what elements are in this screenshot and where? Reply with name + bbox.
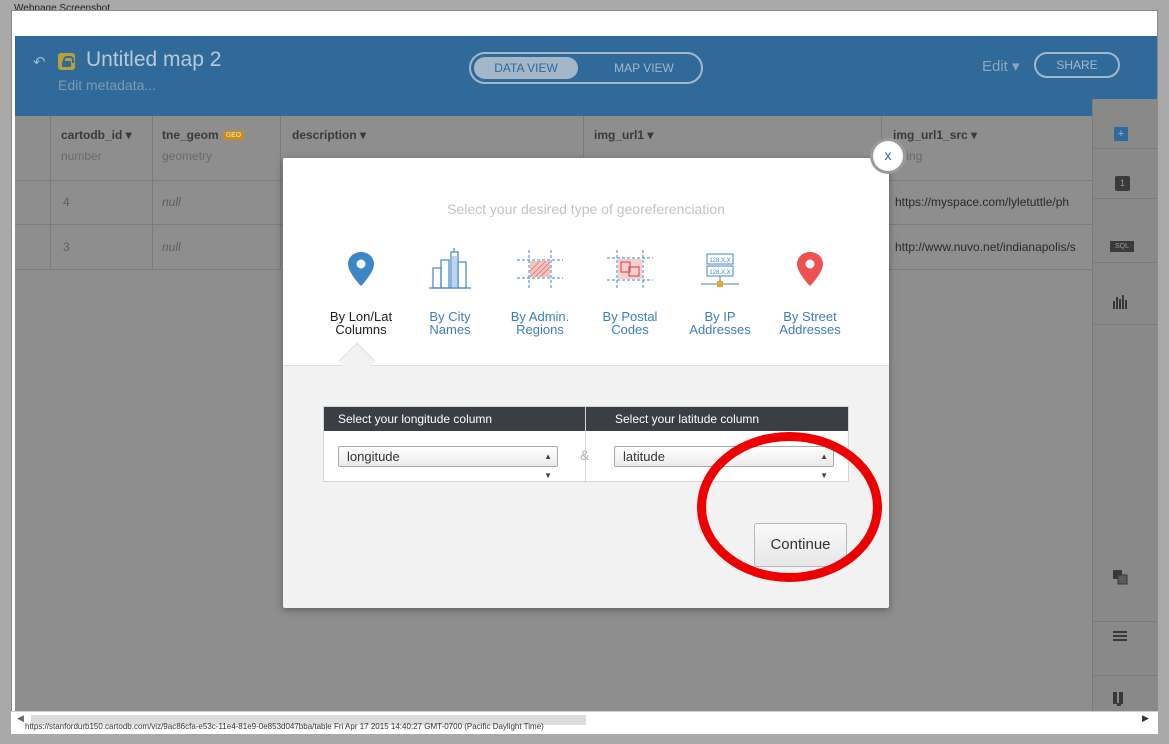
column-header-img-url1[interactable]: img_url1 ▾ [594,128,653,142]
cell-tne-geom[interactable]: null [162,195,181,209]
status-url: https://stanfordurb150.cartodb.com/viz/9… [25,722,544,731]
ip-label-1: 128.X.X [709,258,730,264]
close-modal-button[interactable]: x [873,141,903,171]
option-label: By Admin. Regions [510,309,570,337]
sidebar-add-layer[interactable]: + [1093,99,1157,149]
column-selector-divider [585,407,586,483]
sql-icon: SQL [1110,241,1134,252]
map-pin-blue-icon [336,246,386,292]
cell-img-url1-src[interactable]: http://www.nuvo.net/indianapolis/s [895,240,1076,254]
cartodb-app: ↶ Untitled map 2 Edit metadata... DATA V… [15,36,1157,722]
layer-number-icon: 1 [1115,176,1130,191]
option-label: By Street Addresses [779,309,841,337]
back-arrow-icon[interactable]: ↶ [33,53,46,71]
browser-status-bar: ◀ ▶ https://stanfordurb150.cartodb.com/v… [11,711,1158,734]
geo-badge: GEO [222,131,245,141]
ip-address-icon: 128.X.X 128.X.X [695,246,745,292]
city-skyline-icon [425,246,475,292]
cell-cartodb-id[interactable]: 4 [63,195,70,209]
latitude-value: latitude [623,449,665,464]
sidebar-merge[interactable] [1093,564,1157,622]
postal-codes-icon [605,246,655,292]
edit-metadata-link[interactable]: Edit metadata... [58,77,156,93]
option-ip-addresses[interactable]: 128.X.X 128.X.X By IP Addresses [675,246,765,336]
sidebar-layer-1[interactable]: 1 [1093,149,1157,199]
merge-icon [1112,569,1128,588]
data-view-tab[interactable]: DATA VIEW [474,57,578,79]
column-selector-header: Select your longitude column Select your… [324,407,848,431]
bar-chart-icon [1112,295,1128,312]
share-button[interactable]: SHARE [1034,52,1120,78]
ip-label-2: 128.X.X [709,270,730,276]
cell-cartodb-id[interactable]: 3 [63,240,70,254]
add-layer-icon: + [1114,127,1128,141]
map-title[interactable]: Untitled map 2 [86,48,221,72]
map-pin-red-icon [785,246,835,292]
column-header-cartodb-id[interactable]: cartodb_id ▾ number [61,128,132,163]
cell-tne-geom[interactable]: null [162,240,181,254]
scroll-right-arrow-icon[interactable]: ▶ [1142,713,1149,724]
option-label: By Lon/Lat Columns [329,309,393,337]
column-name: tne_geom [162,128,219,142]
georeference-type-panel: Select your desired type of georeferenci… [283,158,889,366]
edit-menu[interactable]: Edit ▾ [982,57,1020,75]
add-column-icon [1112,691,1126,710]
sidebar-sql[interactable]: SQL [1093,199,1157,263]
app-header: ↶ Untitled map 2 Edit metadata... DATA V… [15,36,1157,116]
ampersand-separator: & [580,447,590,463]
latitude-header: Select your latitude column [615,412,760,426]
sidebar-chart[interactable] [1093,263,1157,325]
longitude-select[interactable]: longitude ▲ ▼ [338,446,558,480]
screenshot-frame: Webpage Screenshot ↶ Untitled map 2 Edit… [0,0,1169,744]
longitude-header: Select your longitude column [338,412,493,426]
add-row-icon [1112,630,1128,647]
column-header-img-url1-src[interactable]: img_url1_src ▾ string [893,128,977,163]
option-label: By City Names [429,309,471,337]
map-view-tab[interactable]: MAP VIEW [594,57,694,79]
option-postal-codes[interactable]: By Postal Codes [585,246,675,336]
cell-img-url1-src[interactable]: https://myspace.com/lyletuttle/ph [895,195,1069,209]
option-street-addresses[interactable]: By Street Addresses [765,246,855,336]
column-header-tne-geom[interactable]: tne_geom GEO geometry [162,128,245,163]
browser-viewport: ↶ Untitled map 2 Edit metadata... DATA V… [11,10,1158,734]
select-arrows-icon: ▲ ▼ [544,452,552,480]
option-lon-lat-columns[interactable]: By Lon/Lat Columns [316,246,406,336]
option-admin-regions[interactable]: By Admin. Regions [495,246,585,336]
option-label: By IP Addresses [689,309,751,337]
admin-regions-icon [515,246,565,292]
highlight-annotation-circle [697,432,882,582]
modal-subtitle: Select your desired type of georeferenci… [447,201,725,217]
option-city-names[interactable]: By City Names [405,246,495,336]
scroll-left-arrow-icon[interactable]: ◀ [17,713,24,724]
sidebar-add-row[interactable] [1093,622,1157,676]
option-label: By Postal Codes [602,309,658,337]
lock-icon[interactable] [58,53,75,70]
column-header-description[interactable]: description ▾ [292,128,366,142]
longitude-value: longitude [347,449,400,464]
right-toolbar: + 1 SQL [1092,99,1157,722]
view-toggle: DATA VIEW MAP VIEW [469,52,703,84]
